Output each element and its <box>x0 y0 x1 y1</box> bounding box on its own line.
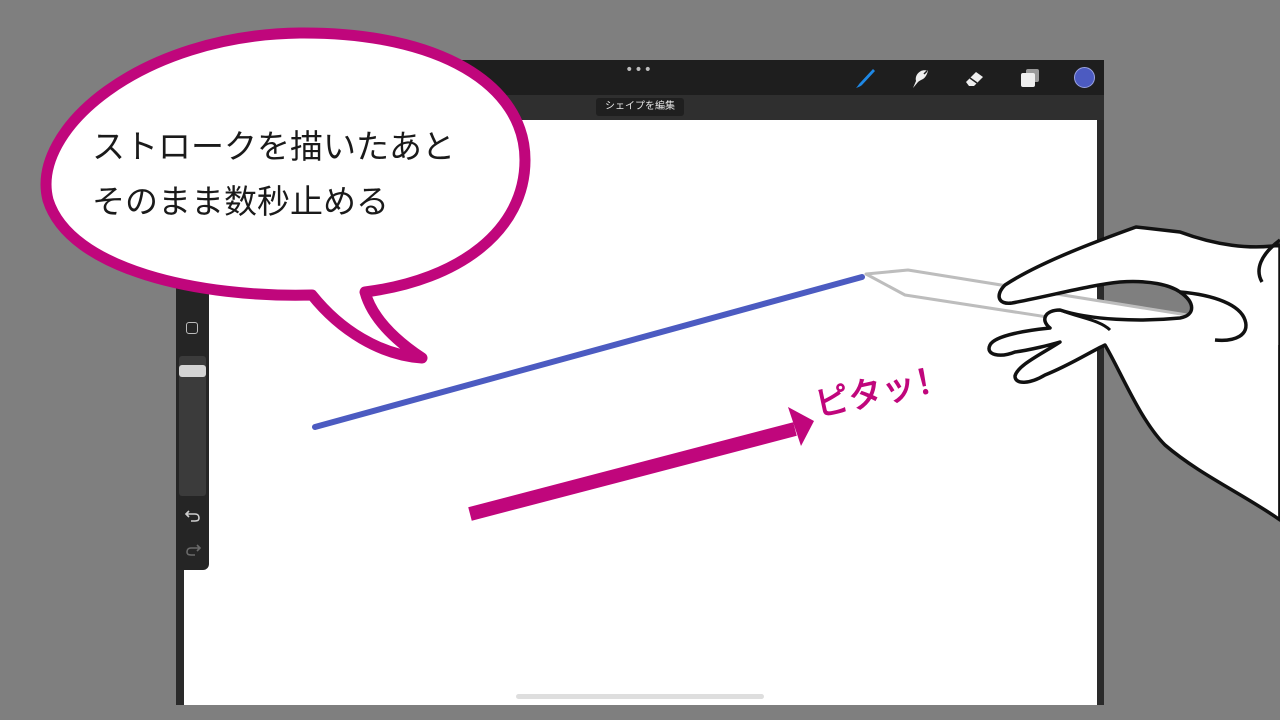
annotation-overlay <box>40 27 1280 522</box>
arrow <box>468 407 814 521</box>
hand-illustration <box>987 225 1280 522</box>
bubble-text-line-2: そのまま数秒止める <box>92 182 389 221</box>
bubble-text-line-1: ストロークを描いたあと <box>92 127 455 166</box>
